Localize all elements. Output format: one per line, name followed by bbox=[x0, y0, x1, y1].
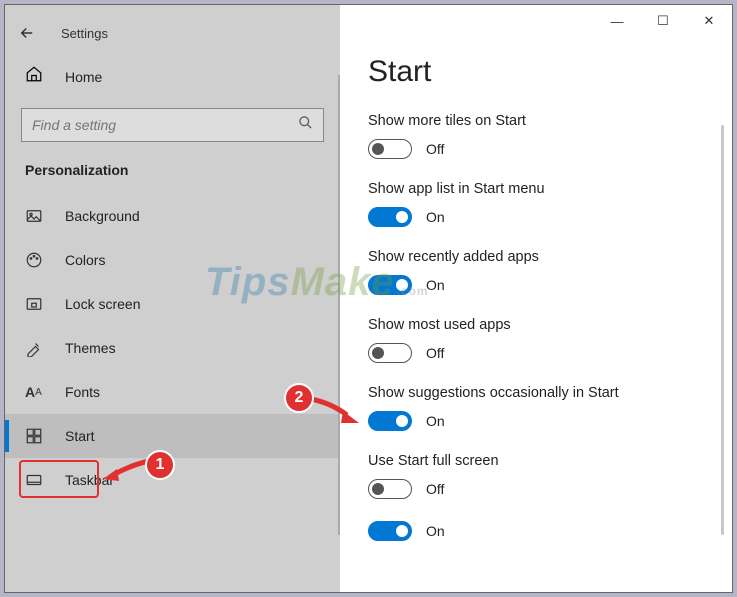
toggle-state-label: Off bbox=[426, 345, 444, 361]
settings-window: Settings Home Personalization Background… bbox=[4, 4, 733, 593]
setting-item: On bbox=[368, 521, 704, 541]
minimize-button[interactable]: — bbox=[594, 5, 640, 37]
setting-item: Show app list in Start menu On bbox=[368, 181, 704, 227]
toggle-switch[interactable] bbox=[368, 139, 412, 159]
sidebar-item-label: Colors bbox=[65, 252, 105, 268]
toggle-switch[interactable] bbox=[368, 275, 412, 295]
category-label: Personalization bbox=[5, 156, 340, 194]
sidebar-item-label: Fonts bbox=[65, 384, 100, 400]
toggle-switch[interactable] bbox=[368, 521, 412, 541]
sidebar-item-background[interactable]: Background bbox=[5, 194, 340, 238]
scrollbar[interactable] bbox=[721, 125, 724, 535]
sidebar-item-colors[interactable]: Colors bbox=[5, 238, 340, 282]
sidebar-item-label: Lock screen bbox=[65, 296, 140, 312]
setting-item: Show recently added apps On bbox=[368, 249, 704, 295]
sidebar-item-start[interactable]: Start bbox=[5, 414, 340, 458]
setting-item: Use Start full screen Off bbox=[368, 453, 704, 499]
setting-label: Show suggestions occasionally in Start bbox=[368, 385, 704, 401]
toggle-state-label: On bbox=[426, 523, 445, 539]
toggle-switch[interactable] bbox=[368, 343, 412, 363]
start-icon bbox=[25, 427, 45, 445]
picture-icon bbox=[25, 207, 45, 225]
search-box[interactable] bbox=[21, 108, 324, 142]
sidebar-item-themes[interactable]: Themes bbox=[5, 326, 340, 370]
toggle-switch[interactable] bbox=[368, 479, 412, 499]
sidebar-item-label: Taskbar bbox=[65, 472, 114, 488]
app-name: Settings bbox=[61, 26, 108, 41]
setting-label: Use Start full screen bbox=[368, 453, 704, 469]
titlebar: Settings bbox=[5, 13, 340, 53]
setting-label: Show most used apps bbox=[368, 317, 704, 333]
search-icon[interactable] bbox=[298, 115, 313, 135]
lockscreen-icon bbox=[25, 295, 45, 313]
sidebar-item-label: Background bbox=[65, 208, 140, 224]
page-title: Start bbox=[368, 55, 704, 89]
sidebar-item-taskbar[interactable]: Taskbar bbox=[5, 458, 340, 502]
setting-label: Show app list in Start menu bbox=[368, 181, 704, 197]
themes-icon bbox=[25, 339, 45, 357]
taskbar-icon bbox=[25, 471, 45, 489]
toggle-state-label: On bbox=[426, 413, 445, 429]
home-button[interactable]: Home bbox=[5, 53, 340, 100]
sidebar-item-lockscreen[interactable]: Lock screen bbox=[5, 282, 340, 326]
palette-icon bbox=[25, 251, 45, 269]
toggle-state-label: Off bbox=[426, 141, 444, 157]
toggle-state-label: On bbox=[426, 209, 445, 225]
maximize-button[interactable]: ☐ bbox=[640, 5, 686, 37]
toggle-state-label: Off bbox=[426, 481, 444, 497]
setting-label: Show more tiles on Start bbox=[368, 113, 704, 129]
sidebar-item-fonts[interactable]: AA Fonts bbox=[5, 370, 340, 414]
home-icon bbox=[25, 65, 45, 88]
sidebar: Settings Home Personalization Background… bbox=[5, 5, 340, 592]
home-label: Home bbox=[65, 69, 102, 85]
fonts-icon: AA bbox=[25, 384, 45, 400]
settings-list: Show more tiles on Start Off Show app list… bbox=[368, 113, 704, 541]
setting-item: Show more tiles on Start Off bbox=[368, 113, 704, 159]
sidebar-item-label: Themes bbox=[65, 340, 116, 356]
main-content: — ☐ ✕ Start Show more tiles on StartOffS… bbox=[340, 5, 732, 592]
back-icon[interactable] bbox=[17, 23, 37, 43]
setting-label: Show recently added apps bbox=[368, 249, 704, 265]
setting-item: Show most used apps Off bbox=[368, 317, 704, 363]
setting-item: Show suggestions occasionally in Start On bbox=[368, 385, 704, 431]
search-input[interactable] bbox=[32, 117, 298, 133]
sidebar-item-label: Start bbox=[65, 428, 95, 444]
toggle-switch[interactable] bbox=[368, 411, 412, 431]
toggle-switch[interactable] bbox=[368, 207, 412, 227]
toggle-state-label: On bbox=[426, 277, 445, 293]
close-button[interactable]: ✕ bbox=[686, 5, 732, 37]
